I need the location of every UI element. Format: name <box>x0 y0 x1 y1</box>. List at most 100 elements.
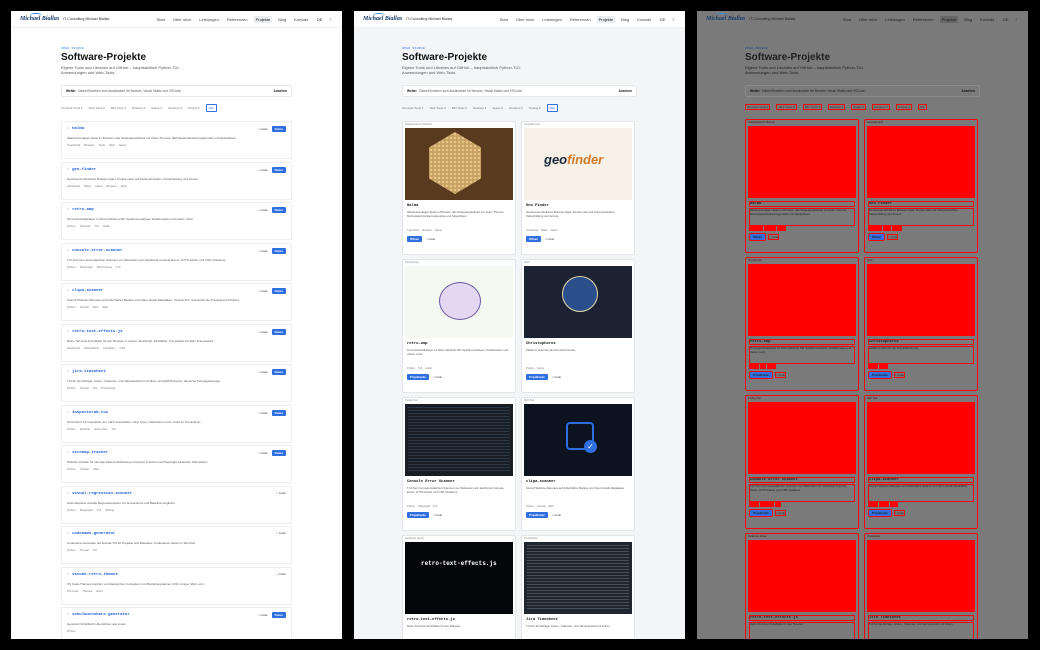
code-button[interactable]: ⌂ Code <box>433 513 442 517</box>
project-thumbnail[interactable] <box>748 402 856 474</box>
code-button[interactable]: ⌂ Code <box>426 237 435 241</box>
project-row[interactable]: geo-finder GeoGuessr-ähnliches Browser-Sp… <box>61 161 292 200</box>
project-card[interactable]: Testing Tool Console Error Scanner TUI-Too… <box>402 397 516 531</box>
project-card[interactable]: JavaScript Library retro-text-effects.js r… <box>402 535 516 639</box>
demo-button[interactable]: Demo <box>271 409 286 416</box>
filter-chip[interactable]: Desktop ▾ <box>473 106 486 110</box>
card-title[interactable]: Geo Finder <box>868 201 974 207</box>
project-card[interactable]: Strategiespiel im Browser Halma Wartensimu… <box>745 119 859 253</box>
project-card[interactable]: SEO Tool ✓ clipa-scannerScannt Website-Sit… <box>864 395 978 529</box>
code-button[interactable]: ⌂ Code <box>893 372 906 378</box>
filter-chip[interactable]: Desktop ▾ <box>827 104 846 110</box>
primary-button[interactable]: Projektseite <box>407 374 429 380</box>
card-title[interactable]: clipa-scanner <box>868 477 974 483</box>
logo[interactable]: Michael Biallas <box>706 13 745 22</box>
code-button[interactable]: ⌂ Code <box>893 510 906 516</box>
project-thumbnail[interactable] <box>867 264 975 336</box>
code-button[interactable]: ⌂ Code <box>552 375 561 379</box>
code-button[interactable]: ⌂ Code <box>276 572 286 576</box>
filter-chip[interactable]: Tooling ▾ <box>895 104 912 110</box>
project-card[interactable]: Produktivität Jira Timesheet TUI für die A… <box>864 533 978 639</box>
code-button[interactable]: ⌂ Code <box>258 411 268 415</box>
project-name[interactable]: inspectorab-tui <box>67 410 286 415</box>
filter-chip[interactable]: Alle <box>546 104 558 112</box>
code-button[interactable]: ⌂ Code <box>258 208 268 212</box>
project-row[interactable]: retro-amp Terminal-Musikplayer im Retro-W… <box>61 202 292 240</box>
card-title[interactable]: Christophorus <box>526 342 630 346</box>
project-name[interactable]: retro-text-effects.js <box>67 329 286 334</box>
card-title[interactable]: retro-amp <box>749 339 855 345</box>
primary-button[interactable]: Projektseite <box>868 371 892 379</box>
project-name[interactable]: halma <box>67 126 286 131</box>
code-button[interactable]: ⌂ Code <box>276 531 286 535</box>
primary-button[interactable]: Öffnen <box>867 233 886 241</box>
primary-button[interactable]: Projektseite <box>749 371 773 379</box>
hint-button[interactable]: Ansehen <box>274 89 287 93</box>
filter-chip[interactable]: Spiele ▾ <box>851 104 866 110</box>
code-button[interactable]: ⌂ Code <box>774 372 787 378</box>
project-row[interactable]: halma Wartensimulagen-Spiel im Browser: d… <box>61 121 292 159</box>
nav-link-projekte[interactable]: Projekte <box>596 15 616 23</box>
project-name[interactable]: jira-timesheet <box>67 369 286 374</box>
code-button[interactable]: ⌂ Code <box>545 237 554 241</box>
nav-link--ber-mich[interactable]: Über mich <box>514 16 536 23</box>
nav-link-leistungen[interactable]: Leistungen <box>197 16 221 23</box>
filter-chip[interactable]: Bibl Tools ▾ <box>452 106 467 110</box>
nav-link-projekte[interactable]: Projekte <box>253 15 273 23</box>
project-thumbnail[interactable] <box>524 542 632 614</box>
card-title[interactable]: retro-amp <box>407 342 511 346</box>
project-row[interactable]: sitemap-tracker Website-Crawler für sitem… <box>61 445 292 483</box>
card-title[interactable]: Halma <box>749 201 855 207</box>
nav-link--ber-mich[interactable]: Über mich <box>857 16 879 23</box>
filter-chip[interactable]: Alle <box>917 104 927 110</box>
language-switch[interactable]: DE <box>1003 17 1009 22</box>
project-thumbnail[interactable] <box>405 266 513 338</box>
filter-chip[interactable]: Bibl Tools ▾ <box>802 104 822 110</box>
code-button[interactable]: ⌂ Code <box>767 234 780 240</box>
filter-chip[interactable]: Terminal Tools ▾ <box>745 104 771 110</box>
nav-link-kontakt[interactable]: Kontakt <box>292 16 310 23</box>
project-row[interactable]: codename-generator Codename-Generator als… <box>61 526 292 564</box>
card-title[interactable]: Console Error Scanner <box>749 477 855 483</box>
nav-link-kontakt[interactable]: Kontakt <box>978 16 996 23</box>
primary-button[interactable]: Projektseite <box>407 512 429 518</box>
logo[interactable]: Michael Biallas <box>363 13 402 22</box>
project-card[interactable]: Produktivität Jira Timesheet TUI für die A… <box>521 535 635 639</box>
demo-button[interactable]: Demo <box>271 166 286 173</box>
project-row[interactable]: console-error-scanner TUI-Tool zum automa… <box>61 242 292 281</box>
theme-toggle-icon[interactable]: ☾ <box>329 17 333 22</box>
filter-chip[interactable]: Libraries ▾ <box>168 106 182 110</box>
project-thumbnail[interactable] <box>748 264 856 336</box>
code-button[interactable]: ⌂ Code <box>258 370 268 374</box>
filter-chip[interactable]: Web Tools ▾ <box>88 106 104 110</box>
card-title[interactable]: clipa-scanner <box>526 480 630 484</box>
project-name[interactable]: schulbuchshare-generator <box>67 612 286 617</box>
project-thumbnail[interactable] <box>524 266 632 338</box>
nav-link-leistungen[interactable]: Leistungen <box>540 16 564 23</box>
theme-toggle-icon[interactable]: ☾ <box>1015 17 1019 22</box>
project-card[interactable]: JavaScript Library retro-text-effects.js r… <box>745 533 859 639</box>
project-thumbnail[interactable]: retro-text-effects.js <box>405 542 513 614</box>
primary-button[interactable]: Öffnen <box>748 233 767 241</box>
code-button[interactable]: ⌂ Code <box>258 127 268 131</box>
hint-button[interactable]: Ansehen <box>962 89 975 93</box>
project-thumbnail[interactable] <box>867 540 975 612</box>
filter-chip[interactable]: Web Tools ▾ <box>429 106 445 110</box>
project-name[interactable]: visual-regression-scanner <box>67 491 286 496</box>
card-title[interactable]: Console Error Scanner <box>407 480 511 484</box>
demo-button[interactable]: Demo <box>271 612 286 618</box>
project-thumbnail[interactable] <box>405 128 513 200</box>
nav-link-kontakt[interactable]: Kontakt <box>635 16 653 23</box>
language-switch[interactable]: DE <box>317 17 323 22</box>
demo-button[interactable]: Demo <box>271 450 286 456</box>
project-thumbnail[interactable]: geofinder <box>867 126 975 198</box>
nav-link-blog[interactable]: Blog <box>276 16 288 23</box>
project-card[interactable]: Strategiespiel im Browser Halma Wartensimu… <box>402 121 516 255</box>
primary-button[interactable]: Projektseite <box>868 509 892 517</box>
nav-link-start[interactable]: Start <box>498 16 510 23</box>
project-row[interactable]: inspectorab-tui Terminal-UI für Inspektio… <box>61 404 292 443</box>
card-title[interactable]: Jira Timesheet <box>526 618 630 622</box>
project-row[interactable]: jira-timesheet TUI für die Abfrage, Liste… <box>61 364 292 402</box>
project-name[interactable]: vscode-retro-themes <box>67 572 286 577</box>
project-row[interactable]: vscode-retro-themes VS Code-Themes inspir… <box>61 566 292 605</box>
